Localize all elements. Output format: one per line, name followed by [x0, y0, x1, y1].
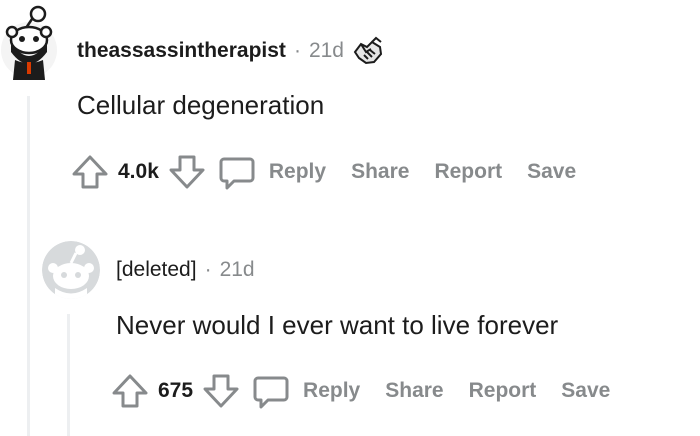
timestamp[interactable]: 21d	[309, 39, 344, 63]
downvote-icon[interactable]	[167, 152, 207, 192]
reply-body: Never would I ever want to live forever	[116, 310, 559, 340]
upvote-icon[interactable]	[110, 371, 150, 411]
downvote-icon[interactable]	[201, 371, 241, 411]
upvote-icon[interactable]	[70, 152, 110, 192]
comment-bubble-icon[interactable]	[217, 152, 257, 192]
report-button[interactable]: Report	[469, 379, 537, 403]
snoo-avatar-icon	[1, 5, 57, 80]
vote-score: 4.0k	[118, 160, 159, 183]
vote-score: 675	[158, 379, 194, 402]
reply-button[interactable]: Reply	[303, 379, 360, 403]
username-deleted: [deleted]	[116, 258, 197, 281]
share-button[interactable]: Share	[351, 160, 409, 184]
thread-line-parent[interactable]	[27, 96, 30, 436]
save-button[interactable]: Save	[527, 160, 576, 184]
meta-separator: ·	[293, 39, 301, 62]
deleted-user-avatar	[42, 241, 100, 299]
comment-actions: 4.0k Reply Share Report Save	[70, 152, 576, 192]
thread-line-child[interactable]	[67, 314, 70, 436]
user-avatar[interactable]	[0, 4, 58, 80]
handshake-award-icon[interactable]	[352, 36, 384, 66]
reply-button[interactable]: Reply	[269, 160, 326, 184]
timestamp[interactable]: 21d	[220, 258, 255, 282]
meta-separator: ·	[204, 258, 212, 281]
comment-body: Cellular degeneration	[77, 90, 325, 120]
share-button[interactable]: Share	[385, 379, 443, 403]
comment-meta: theassassintherapist · 21d	[77, 36, 384, 66]
username-link[interactable]: theassassintherapist	[77, 39, 286, 63]
reply-meta: [deleted] · 21d	[116, 258, 255, 282]
comment-bubble-icon[interactable]	[251, 371, 291, 411]
reply-actions: 675 Reply Share Report Save	[110, 371, 610, 411]
deleted-avatar-icon	[42, 241, 100, 299]
report-button[interactable]: Report	[434, 160, 502, 184]
save-button[interactable]: Save	[561, 379, 610, 403]
